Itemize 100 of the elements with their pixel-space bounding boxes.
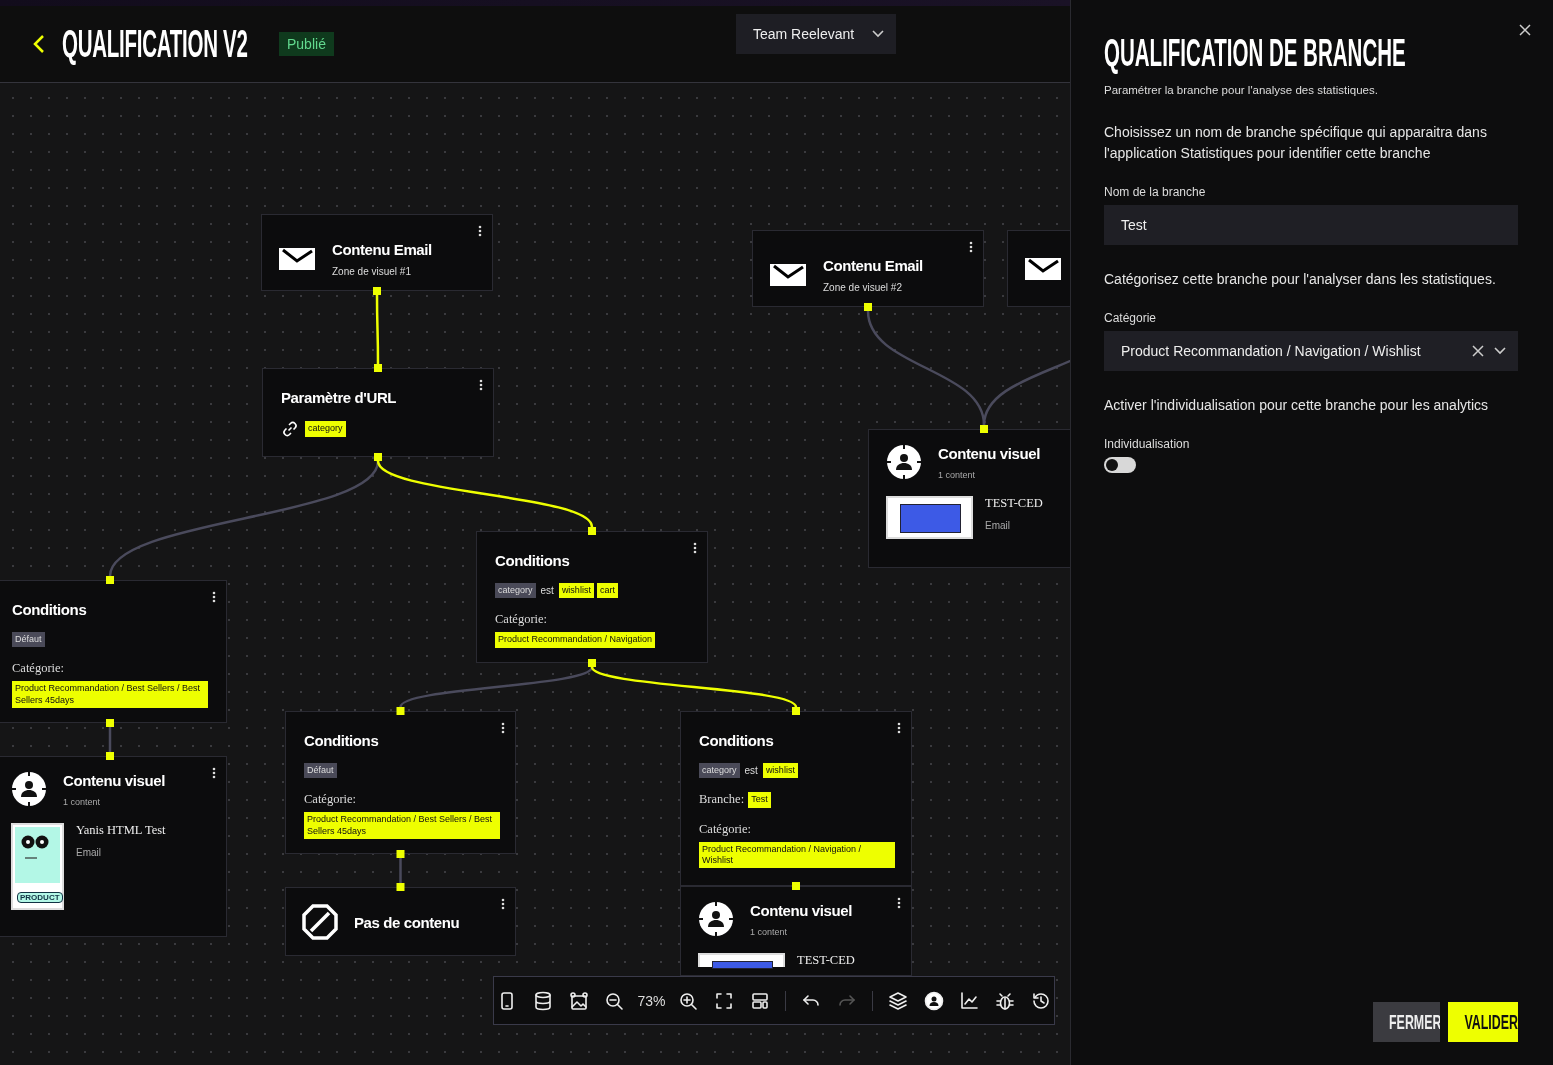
node-card[interactable]: Contenu visuel 1 content TEST-CED [680,886,912,976]
port-handle[interactable] [396,883,405,891]
branch-tag: Test [748,792,771,808]
more-options-icon[interactable] [212,591,216,603]
more-options-icon[interactable] [501,722,505,734]
node-card[interactable]: Paramètre d'URL category [262,368,494,457]
category-tag: Product Recommandation / Navigation [495,632,656,648]
node-card[interactable]: Conditions Défaut Catégorie: Product Recommandation / Best Sellers / Best Sellers 45days [0,580,227,723]
status-badge: Publié [279,32,334,56]
more-options-icon[interactable] [479,379,483,391]
image-icon[interactable] [567,989,590,1012]
node-subtitle: Zone de visuel #1 [332,266,412,277]
port-handle[interactable] [864,303,872,311]
avatar-icon[interactable] [922,989,945,1012]
more-options-icon[interactable] [501,898,505,910]
default-tag: Défaut [304,763,337,779]
node-card[interactable]: Contenu Email Zone de visuel #1 [261,214,493,291]
avatar-icon [11,771,47,807]
port-handle[interactable] [396,850,405,858]
port-handle[interactable] [588,659,596,667]
port-handle[interactable] [374,453,382,461]
node-title: Contenu visuel [750,901,852,919]
default-tag: Défaut [12,632,45,648]
field-label: Nom de la branche [1104,185,1207,199]
more-options-icon[interactable] [212,767,216,779]
port-handle[interactable] [792,882,800,890]
avatar-icon [886,444,922,480]
value-tag: cart [596,583,618,599]
field-tag: category [699,763,740,779]
more-options-icon[interactable] [693,542,697,554]
node-title: Contenu visuel [63,771,165,789]
field-tag: category [495,583,536,599]
port-handle[interactable] [980,425,988,433]
param-tag: category [305,421,346,437]
content-name: Yanis HTML Test [76,823,166,838]
port-handle[interactable] [106,752,114,760]
more-options-icon[interactable] [478,225,482,237]
panel-title: QUALIFICATION DE BRANCHE [1104,31,1406,75]
validate-button[interactable]: VALIDER [1448,1002,1518,1042]
category-tag: Product Recommandation / Best Sellers / Best Sellers 45days [12,681,208,708]
panel-subtitle: Paramétrer la branche pour l'analyse des statistiques. [1104,84,1379,96]
field-label: Individualisation [1104,437,1191,451]
clear-icon[interactable] [1472,345,1484,357]
value-tag: wishlist [762,763,798,779]
node-card[interactable]: Conditions category est wishlist cart Catégorie: Product Recommandation / Navigation [476,531,708,663]
branch-name-field[interactable]: Test [1104,205,1518,245]
field-label: Catégorie [1104,311,1158,325]
layers-icon[interactable] [886,989,909,1012]
operator-text: est [744,765,758,777]
node-title: Contenu Email [332,241,432,258]
help-text: Activer l'individualisation pour cette branche pour les analytics [1104,396,1489,415]
category-tag: Product Recommandation / Best Sellers / Best Sellers 45days [304,812,500,839]
node-card[interactable]: Conditions Défaut Catégorie: Product Recommandation / Best Sellers / Best Sellers 45days [285,711,516,854]
more-options-icon[interactable] [897,722,901,734]
port-handle[interactable] [792,707,800,715]
node-card[interactable]: Contenu Email Zone de visuel #2 [752,230,984,307]
help-text: Choisissez un nom de branche spécifique qui apparaitra dans l'application Statistiques pour identifier cette branche [1104,123,1488,163]
port-handle[interactable] [588,527,596,535]
category-tag: Product Recommandation / Navigation / Wishlist [699,841,895,868]
node-card[interactable]: Contenu visuel 1 content TEST-CED Email [868,429,1070,568]
team-dropdown[interactable]: Team Reelevant [736,14,896,54]
content-count: 1 content [938,469,977,480]
node-card[interactable]: Conditions category est wishlist Branche: Test Catégorie: Product Recommandation / Navigation / Wishlist [680,711,912,886]
node-title: Paramètre d'URL [281,389,398,406]
operator-text: est [540,585,554,597]
port-handle[interactable] [396,707,405,715]
avatar-icon [698,901,734,937]
category-select[interactable]: Product Recommandation / Navigation / Wishlist [1104,331,1518,371]
content-name: TEST-CED [985,496,1043,511]
node-card[interactable]: Contenu visuel 1 content PRODUCT Yanis HTML Test Email [0,756,227,937]
content-count: 1 content [750,926,789,937]
zoom-level: 73% [637,992,666,1009]
help-text: Catégorisez cette branche pour l'analyser dans les statistiques. [1104,270,1497,289]
preview-tag: PRODUCT [17,892,63,903]
node-title: Conditions [699,732,775,749]
port-handle[interactable] [106,576,114,584]
node-title: Conditions [304,732,380,749]
toggle-switch[interactable] [1104,457,1136,473]
link-icon [281,420,299,438]
port-handle[interactable] [373,287,381,295]
back-icon[interactable] [32,34,46,54]
node-title: Contenu visuel [938,444,1040,462]
envelope-icon [769,263,807,287]
value-tag: wishlist [558,583,594,599]
node-card[interactable]: Pas de contenu [285,887,516,956]
content-count: 1 content [63,796,102,807]
chart-icon[interactable] [958,989,981,1012]
chevron-down-icon[interactable] [1494,347,1506,355]
port-handle[interactable] [106,719,114,727]
preview-drawing [13,825,62,885]
port-handle[interactable] [374,364,382,372]
node-title: Contenu Email [823,257,923,274]
content-name: TEST-CED [797,953,855,968]
category-label: Catégorie: [12,661,66,677]
node-title: Conditions [12,601,88,618]
more-options-icon[interactable] [897,897,901,909]
branch-label: Branche: [699,792,745,808]
more-options-icon[interactable] [969,241,973,253]
no-entry-icon [302,904,338,940]
chevron-down-icon [872,30,884,38]
